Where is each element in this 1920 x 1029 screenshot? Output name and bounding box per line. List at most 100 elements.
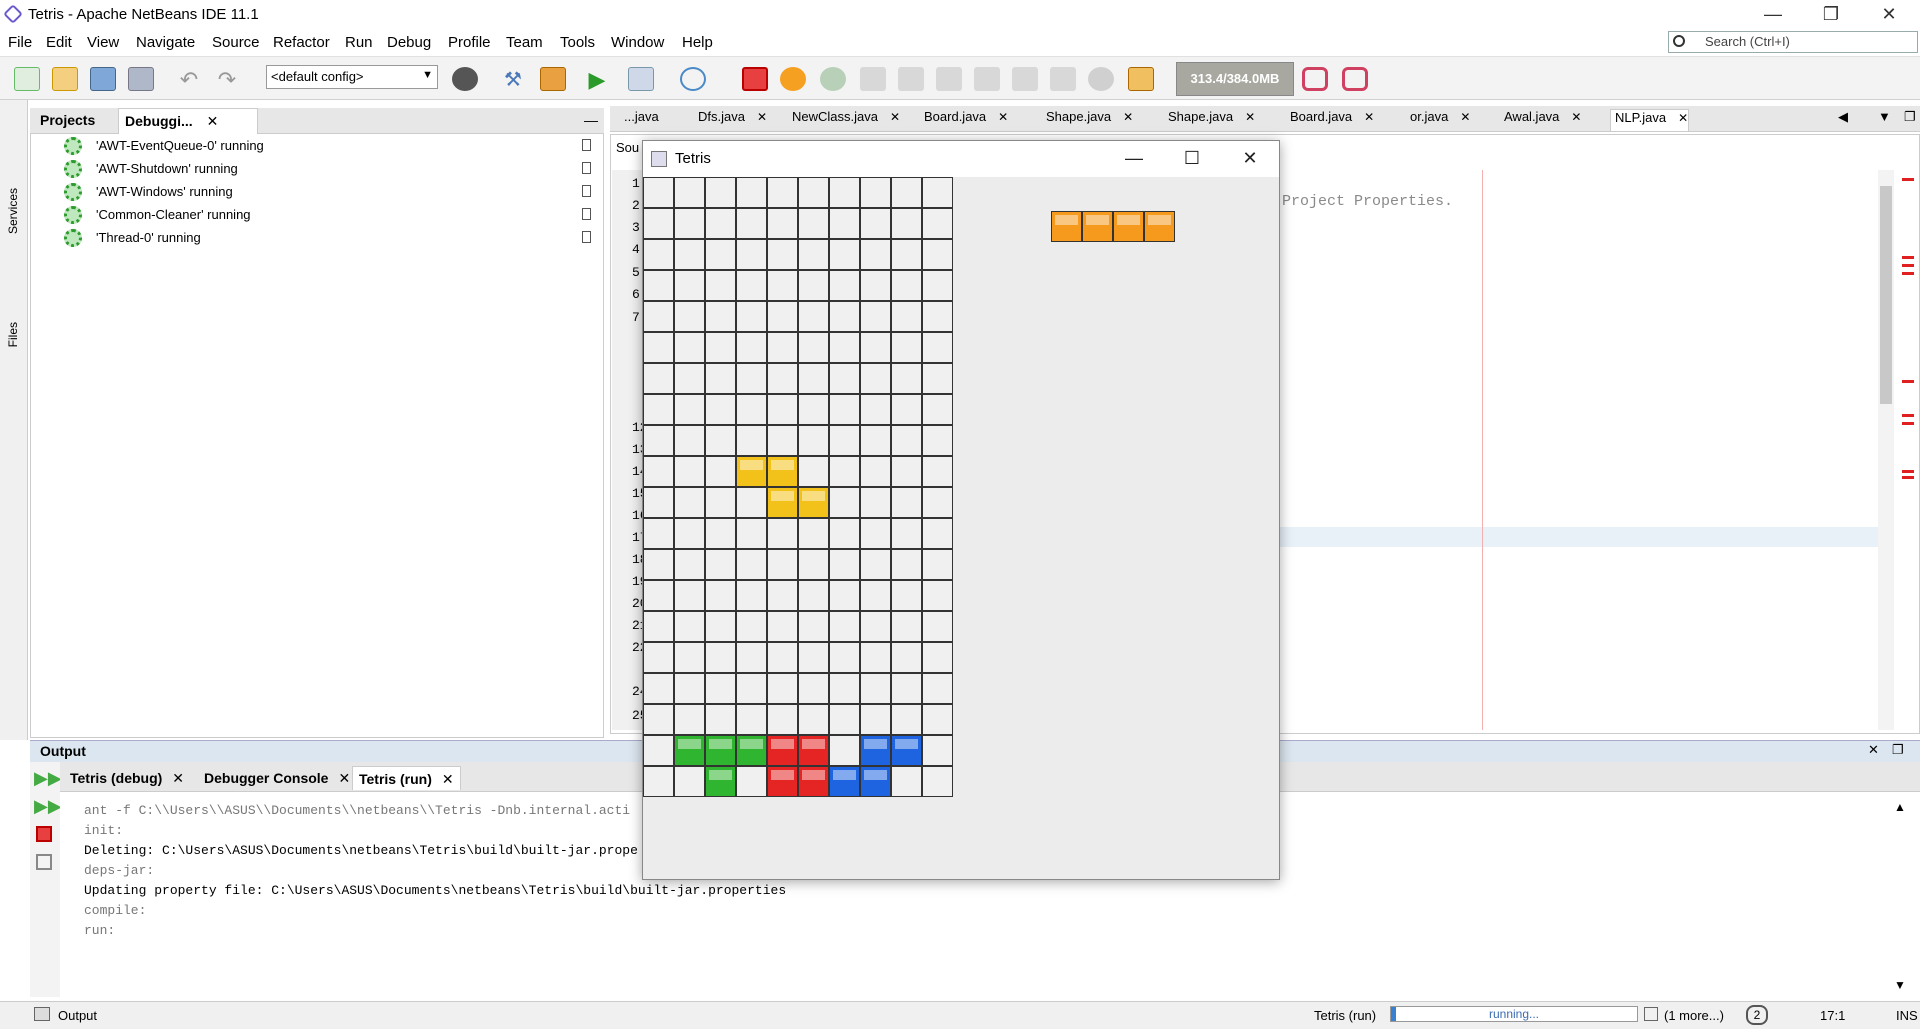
- settings-icon[interactable]: [36, 854, 52, 870]
- rerun-icon[interactable]: ▶▶: [34, 768, 62, 789]
- close-icon[interactable]: ✕: [1364, 110, 1374, 124]
- error-marker[interactable]: [1902, 380, 1914, 383]
- minimize-panel-icon[interactable]: —: [578, 108, 604, 134]
- editor-tab[interactable]: Dfs.java ✕: [694, 109, 767, 131]
- new-project-icon[interactable]: [52, 67, 78, 91]
- close-icon[interactable]: ✕: [757, 110, 767, 124]
- editor-tab[interactable]: Shape.java ✕: [1042, 109, 1133, 131]
- close-icon[interactable]: ✕: [207, 113, 219, 129]
- menu-navigate[interactable]: Navigate: [136, 34, 195, 51]
- menu-help[interactable]: Help: [682, 34, 713, 51]
- menu-team[interactable]: Team: [506, 34, 543, 51]
- close-icon[interactable]: ✕: [1678, 111, 1688, 125]
- error-marker[interactable]: [1902, 422, 1914, 425]
- clean-build-icon[interactable]: [540, 67, 566, 91]
- files-tab[interactable]: Files: [6, 322, 20, 347]
- tab-projects[interactable]: Projects: [34, 108, 101, 134]
- pause-icon[interactable]: [780, 67, 806, 91]
- editor-tab[interactable]: Shape.java ✕: [1164, 109, 1255, 131]
- stop-icon[interactable]: [742, 67, 768, 91]
- close-icon[interactable]: ✕: [1868, 742, 1879, 758]
- tetris-board[interactable]: [643, 177, 963, 805]
- close-icon[interactable]: ✕: [172, 770, 184, 786]
- menu-source[interactable]: Source: [212, 34, 260, 51]
- restore-window-icon[interactable]: ❐: [1892, 742, 1904, 758]
- scroll-down-icon[interactable]: ▼: [1894, 978, 1906, 992]
- menu-window[interactable]: Window: [611, 34, 664, 51]
- undo-icon[interactable]: ↶: [176, 67, 202, 92]
- rerun-with-params-icon[interactable]: ▶▶: [34, 796, 62, 817]
- close-icon[interactable]: ✕: [442, 771, 454, 787]
- step-into-icon[interactable]: [898, 67, 924, 91]
- notification-badge[interactable]: 2: [1746, 1005, 1768, 1025]
- menu-refactor[interactable]: Refactor: [273, 34, 330, 51]
- restore-button[interactable]: ❐: [1802, 0, 1860, 30]
- continue-icon[interactable]: [820, 67, 846, 91]
- globe-icon[interactable]: [452, 67, 478, 91]
- editor-tab[interactable]: Board.java ✕: [1286, 109, 1374, 131]
- close-icon[interactable]: ✕: [890, 110, 900, 124]
- take-snapshot-icon[interactable]: [1050, 67, 1076, 91]
- config-dropdown[interactable]: <default config> ▼: [266, 65, 438, 89]
- step-out-icon[interactable]: [936, 67, 962, 91]
- menu-view[interactable]: View: [87, 34, 119, 51]
- stop-icon[interactable]: [36, 826, 52, 842]
- editor-tab-active[interactable]: NLP.java ✕: [1610, 109, 1690, 131]
- error-marker[interactable]: [1902, 470, 1914, 473]
- close-icon[interactable]: ✕: [338, 770, 350, 786]
- error-marker[interactable]: [1902, 256, 1914, 259]
- source-tab[interactable]: Sou: [616, 140, 639, 155]
- profiler-settings-icon[interactable]: [1342, 67, 1368, 91]
- debug-project-icon[interactable]: [628, 67, 654, 91]
- apply-changes-icon[interactable]: [1012, 67, 1038, 91]
- menu-file[interactable]: File: [8, 34, 32, 51]
- error-marker[interactable]: [1902, 414, 1914, 417]
- error-marker[interactable]: [1902, 272, 1914, 275]
- memory-usage-indicator[interactable]: 313.4/384.0MB: [1176, 62, 1294, 96]
- close-button[interactable]: ✕: [1860, 0, 1918, 30]
- search-input[interactable]: Search (Ctrl+I): [1668, 31, 1918, 53]
- build-hammer-icon[interactable]: ⚒: [500, 67, 526, 91]
- tab-debugging[interactable]: Debuggi... ✕: [118, 108, 258, 134]
- camera-icon[interactable]: [1128, 67, 1154, 91]
- menu-debug[interactable]: Debug: [387, 34, 431, 51]
- profile-icon[interactable]: [680, 67, 706, 91]
- run-to-cursor-icon[interactable]: [974, 67, 1000, 91]
- tetris-minimize-button[interactable]: —: [1105, 141, 1163, 177]
- menu-profile[interactable]: Profile: [448, 34, 491, 51]
- open-project-icon[interactable]: [90, 67, 116, 91]
- run-icon[interactable]: ▶: [584, 67, 610, 92]
- editor-tab[interactable]: Board.java ✕: [920, 109, 1008, 131]
- redo-icon[interactable]: ↷: [214, 67, 240, 92]
- close-icon[interactable]: ✕: [1571, 110, 1581, 124]
- editor-scrollbar-thumb[interactable]: [1880, 186, 1892, 404]
- editor-tab[interactable]: ...java: [620, 109, 659, 131]
- save-all-icon[interactable]: [128, 67, 154, 91]
- error-marker[interactable]: [1902, 264, 1914, 267]
- new-file-icon[interactable]: [14, 67, 40, 91]
- scroll-tabs-left-icon[interactable]: ◀: [1834, 109, 1848, 131]
- editor-tab[interactable]: Awal.java ✕: [1500, 109, 1581, 131]
- tab-list-dropdown-icon[interactable]: ▼: [1874, 109, 1891, 131]
- editor-tab[interactable]: NewClass.java ✕: [788, 109, 900, 131]
- tab-tetris-run[interactable]: Tetris (run) ✕: [352, 766, 461, 790]
- tetris-maximize-button[interactable]: ☐: [1163, 141, 1221, 177]
- tab-tetris-debug[interactable]: Tetris (debug) ✕: [64, 766, 190, 790]
- restore-window-icon[interactable]: ❐: [1900, 109, 1916, 131]
- menu-edit[interactable]: Edit: [46, 34, 72, 51]
- tetris-close-button[interactable]: ✕: [1221, 141, 1279, 177]
- menu-tools[interactable]: Tools: [560, 34, 595, 51]
- close-icon[interactable]: ✕: [1245, 110, 1255, 124]
- close-icon[interactable]: ✕: [1123, 110, 1133, 124]
- error-marker[interactable]: [1902, 476, 1914, 479]
- task-progress-bar[interactable]: running...: [1390, 1006, 1638, 1022]
- editor-tab[interactable]: or.java ✕: [1406, 109, 1470, 131]
- tab-debugger-console[interactable]: Debugger Console ✕: [198, 766, 356, 790]
- close-icon[interactable]: ✕: [1460, 110, 1470, 124]
- minimize-button[interactable]: —: [1744, 0, 1802, 30]
- menu-run[interactable]: Run: [345, 34, 373, 51]
- services-tab[interactable]: Services: [6, 188, 20, 234]
- profiler-icon[interactable]: [1302, 67, 1328, 91]
- close-icon[interactable]: ✕: [998, 110, 1008, 124]
- status-output-label[interactable]: Output: [58, 1008, 97, 1023]
